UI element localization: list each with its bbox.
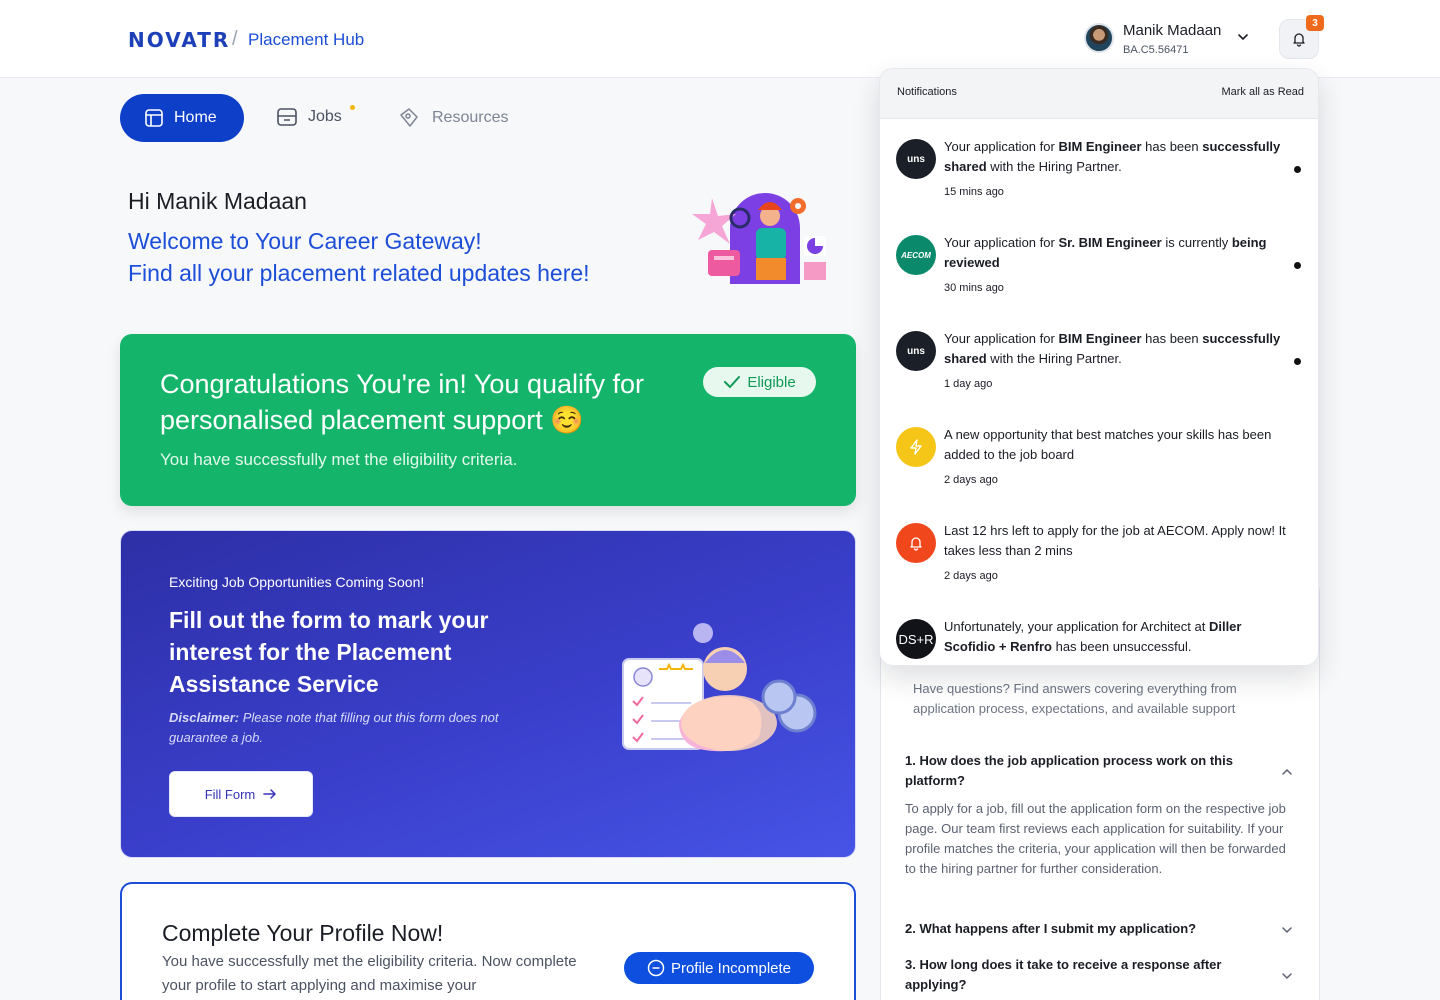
notification-time: 15 mins ago <box>944 186 1004 198</box>
opportunities-overline: Exciting Job Opportunities Coming Soon! <box>169 574 425 590</box>
layout-icon <box>145 109 163 127</box>
faq-question-3[interactable]: 3. How long does it take to receive a re… <box>905 955 1265 995</box>
status-badge-label: Eligible <box>747 373 796 391</box>
notification-item[interactable]: Last 12 hrs left to apply for the job at… <box>880 507 1318 603</box>
check-icon <box>724 376 741 388</box>
notification-text: Your application for Sr. BIM Engineer is… <box>944 233 1290 273</box>
arrow-right-icon <box>263 789 277 799</box>
chevron-down-icon[interactable] <box>1280 923 1294 937</box>
notification-item[interactable]: uns Your application for BIM Engineer ha… <box>880 123 1318 219</box>
notification-text-part: has been <box>1141 139 1203 154</box>
notification-time: 1 day ago <box>944 378 993 390</box>
faq-question-1[interactable]: 1. How does the job application process … <box>905 751 1265 791</box>
complete-profile-card: Complete Your Profile Now! You have succ… <box>120 882 856 1000</box>
notification-time: 30 mins ago <box>944 282 1004 294</box>
briefcase-icon <box>277 108 297 126</box>
aecom-logo-avatar: AECOM <box>896 235 936 275</box>
unread-dot <box>1294 166 1301 173</box>
notification-text-part: has been <box>1141 331 1203 346</box>
faq-intro: Have questions? Find answers covering ev… <box>913 681 1237 716</box>
tab-resources-label: Resources <box>432 109 509 126</box>
unread-dot <box>1294 262 1301 269</box>
resources-icon <box>400 108 418 127</box>
avatar[interactable] <box>1084 23 1114 53</box>
notification-text-part: with the Hiring Partner. <box>986 351 1122 366</box>
notification-count-badge: 3 <box>1306 15 1324 31</box>
notification-text-part: Your application for <box>944 139 1059 154</box>
notification-text-part: with the Hiring Partner. <box>986 159 1122 174</box>
notification-text: Last 12 hrs left to apply for the job at… <box>944 523 1286 558</box>
notification-time: 2 days ago <box>944 570 998 582</box>
chevron-down-icon[interactable] <box>1236 30 1250 44</box>
breadcrumb-separator: / <box>232 28 238 50</box>
notification-item[interactable]: uns Your application for BIM Engineer ha… <box>880 315 1318 411</box>
notification-item[interactable]: DS+R Unfortunately, your application for… <box>880 603 1318 665</box>
notifications-title: Notifications <box>897 86 957 98</box>
status-badge: Eligible <box>703 367 816 397</box>
eligibility-card: Congratulations You're in! You qualify f… <box>120 334 856 506</box>
new-indicator-dot <box>350 105 355 110</box>
bell-icon <box>896 523 936 563</box>
notification-text: Unfortunately, your application for Arch… <box>944 617 1290 657</box>
uns-logo-avatar: uns <box>896 139 936 179</box>
notification-text-part: Your application for <box>944 331 1059 346</box>
uns-logo-avatar: uns <box>896 331 936 371</box>
novatr-logo[interactable]: NOVATR <box>128 28 230 52</box>
notification-text: Your application for BIM Engineer has be… <box>944 137 1290 177</box>
tab-jobs[interactable]: Jobs <box>276 106 342 128</box>
job-opportunities-card: Exciting Job Opportunities Coming Soon! … <box>120 530 856 858</box>
notification-time: 2 days ago <box>944 474 998 486</box>
fill-form-button[interactable]: Fill Form <box>169 771 313 817</box>
profile-status-label: Profile Incomplete <box>670 959 792 977</box>
unread-dot <box>1294 358 1301 365</box>
mark-all-read-button[interactable]: Mark all as Read <box>1221 86 1304 98</box>
fill-form-label: Fill Form <box>204 786 256 802</box>
notification-text-bold: BIM Engineer <box>1058 331 1142 346</box>
notification-text-part: Unfortunately, your application for Arch… <box>944 619 1209 634</box>
notification-text: A new opportunity that best matches your… <box>944 427 1272 462</box>
tab-home-label: Home <box>174 109 217 126</box>
chevron-down-icon[interactable] <box>1280 969 1294 983</box>
opportunities-title: Fill out the form to mark your interest … <box>169 607 489 697</box>
disclaimer-label: Disclaimer: <box>169 710 240 725</box>
disclaimer: Disclaimer: Please note that filling out… <box>169 708 549 748</box>
notification-text-part: has been unsuccessful. <box>1051 639 1192 654</box>
notification-item[interactable]: AECOM Your application for Sr. BIM Engin… <box>880 219 1318 315</box>
dsr-logo-avatar: DS+R <box>896 619 936 659</box>
top-bar: NOVATR / Placement Hub Manik Madaan BA.C… <box>0 0 1440 78</box>
eligibility-subtitle: You have successfully met the eligibilit… <box>160 450 518 469</box>
product-title[interactable]: Placement Hub <box>248 30 364 50</box>
tab-home[interactable]: Home <box>120 94 244 142</box>
chevron-up-icon[interactable] <box>1280 765 1294 779</box>
bell-icon <box>1293 33 1305 47</box>
bolt-icon <box>896 427 936 467</box>
notification-text-bold: BIM Engineer <box>1058 139 1142 154</box>
profile-status-badge[interactable]: Profile Incomplete <box>624 952 814 984</box>
notification-text-part: Your application for <box>944 235 1059 250</box>
minus-circle-icon <box>647 959 665 977</box>
binoculars-illustration <box>622 623 817 752</box>
career-illustration <box>692 193 826 284</box>
tab-resources[interactable]: Resources <box>398 106 508 130</box>
notification-text: Your application for BIM Engineer has be… <box>944 329 1290 369</box>
notifications-header: Notifications Mark all as Read <box>880 69 1318 119</box>
greeting: Hi Manik Madaan <box>128 188 307 214</box>
faq-answer-1: To apply for a job, fill out the applica… <box>905 801 1286 876</box>
profile-subtitle: You have successfully met the eligibilit… <box>162 953 577 994</box>
notification-item[interactable]: A new opportunity that best matches your… <box>880 411 1318 507</box>
welcome-headline: Welcome to Your Career Gateway! <box>128 228 482 254</box>
notification-text-bold: Sr. BIM Engineer <box>1058 235 1162 250</box>
eligibility-title: Congratulations You're in! You qualify f… <box>160 369 645 435</box>
user-name[interactable]: Manik Madaan <box>1123 22 1221 39</box>
profile-title: Complete Your Profile Now! <box>162 920 444 946</box>
tab-jobs-label: Jobs <box>308 108 342 125</box>
notification-text-part: is currently <box>1161 235 1232 250</box>
faq-question-2[interactable]: 2. What happens after I submit my applic… <box>905 919 1265 939</box>
welcome-subheadline: Find all your placement related updates … <box>128 260 590 286</box>
user-id: BA.C5.56471 <box>1123 44 1189 56</box>
notifications-dropdown[interactable]: Notifications Mark all as Read uns Your … <box>879 68 1319 666</box>
